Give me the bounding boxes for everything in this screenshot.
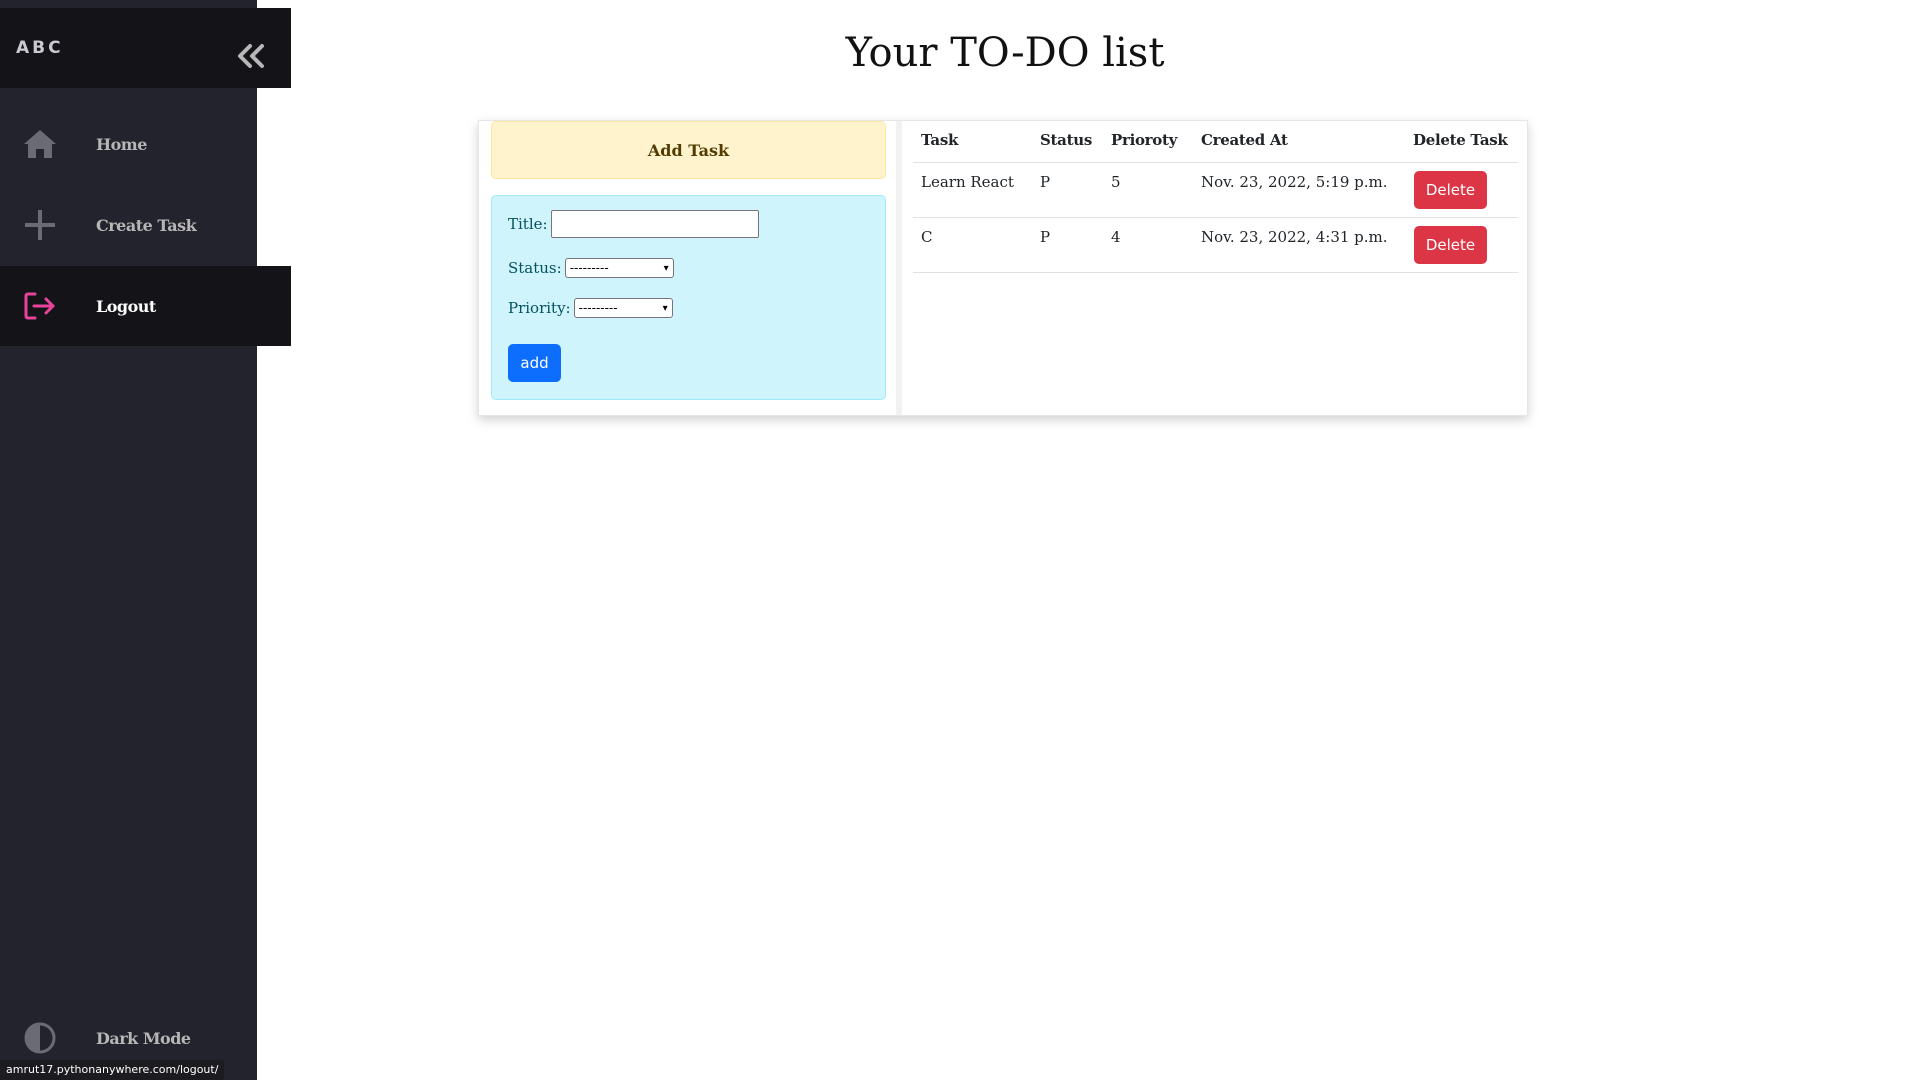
chevron-down-icon: ▾ [663, 262, 669, 274]
cell-task: Learn React [921, 173, 1014, 191]
cell-created-at: Nov. 23, 2022, 5:19 p.m. [1201, 173, 1388, 191]
home-icon [20, 124, 60, 164]
column-header-created-at: Created At [1201, 131, 1288, 149]
page-title: Your TO-DO list [845, 30, 1165, 76]
cell-status: P [1040, 173, 1051, 191]
status-select[interactable]: --------- ▾ [564, 258, 674, 278]
delete-button[interactable]: Delete [1414, 226, 1487, 264]
column-header-task: Task [921, 131, 959, 149]
contrast-icon [20, 1018, 60, 1058]
status-row: Status: --------- ▾ [508, 258, 674, 278]
sidebar-item-label: Home [96, 134, 147, 154]
title-row: Title: [508, 210, 759, 238]
cell-task: C [921, 228, 933, 246]
divider [896, 121, 902, 415]
add-task-form: Title: Status: --------- ▾ Priority: ---… [491, 195, 886, 400]
sidebar-item-logout[interactable]: Logout [0, 266, 291, 346]
add-button[interactable]: add [508, 344, 561, 382]
priority-label: Priority: [508, 299, 571, 317]
status-bar-url: amrut17.pythonanywhere.com/logout/ [0, 1060, 225, 1080]
column-header-status: Status [1040, 131, 1092, 149]
status-label: Status: [508, 259, 562, 277]
priority-row: Priority: --------- ▾ [508, 298, 673, 318]
sidebar-item-create-task[interactable]: Create Task [0, 185, 257, 265]
chevron-down-icon: ▾ [662, 302, 668, 314]
sidebar: ABC Home Create Task Logout Dark Mode [0, 0, 291, 1080]
add-task-header: Add Task [491, 121, 886, 179]
table-row: Learn React P 5 Nov. 23, 2022, 5:19 p.m.… [913, 163, 1518, 218]
cell-status: P [1040, 228, 1051, 246]
title-label: Title: [508, 215, 548, 233]
cell-priority: 4 [1111, 228, 1121, 246]
column-header-delete: Delete Task [1413, 131, 1508, 149]
sidebar-item-label: Create Task [96, 215, 197, 235]
priority-select-value: --------- [578, 301, 618, 315]
title-input[interactable] [550, 210, 759, 238]
plus-icon [20, 205, 60, 245]
cell-created-at: Nov. 23, 2022, 4:31 p.m. [1201, 228, 1388, 246]
todo-card: Add Task Title: Status: --------- ▾ Prio… [478, 120, 1528, 416]
sidebar-header: ABC [0, 8, 291, 88]
table-header-row: Task Status Prioroty Created At Delete T… [913, 121, 1518, 163]
sidebar-item-label: Logout [96, 296, 156, 316]
logout-icon [20, 286, 60, 326]
brand-logo[interactable]: ABC [16, 38, 64, 58]
cell-priority: 5 [1111, 173, 1121, 191]
status-select-value: --------- [569, 261, 609, 275]
dark-mode-label: Dark Mode [96, 1028, 191, 1048]
delete-button[interactable]: Delete [1414, 171, 1487, 209]
table-row: C P 4 Nov. 23, 2022, 4:31 p.m. Delete [913, 218, 1518, 273]
sidebar-item-home[interactable]: Home [0, 104, 257, 184]
priority-select[interactable]: --------- ▾ [573, 298, 673, 318]
column-header-priority: Prioroty [1111, 131, 1178, 149]
